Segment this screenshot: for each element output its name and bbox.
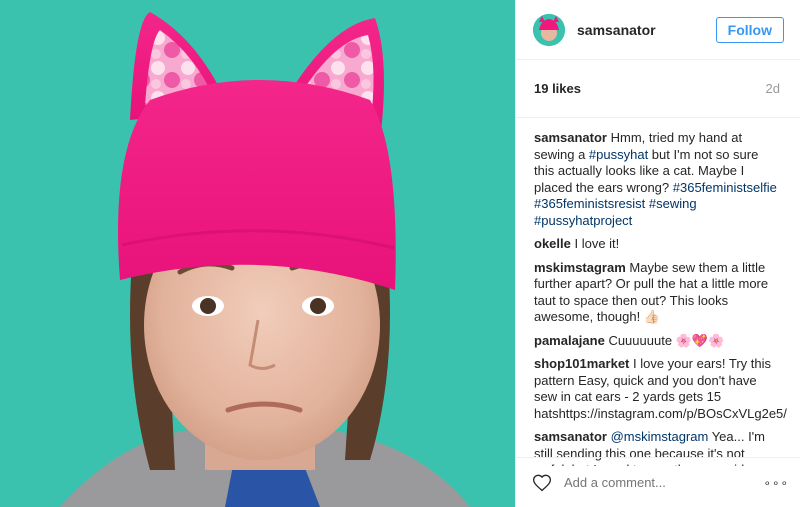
hashtag-link[interactable]: #pussyhat (589, 147, 648, 162)
heart-icon[interactable] (532, 473, 552, 493)
likes-row: 19 likes 2d (516, 60, 800, 118)
comment-username[interactable]: pamalajane (534, 333, 605, 348)
hashtag-link[interactable]: #365feministselfie (673, 180, 777, 195)
more-options-icon[interactable]: ∘∘∘ (763, 476, 789, 490)
hashtag-link[interactable]: #sewing (649, 196, 697, 211)
comment-username[interactable]: shop101market (534, 356, 629, 371)
post-side-panel: samsanator Follow 19 likes 2d samsanator… (515, 0, 800, 507)
comment-username[interactable]: mskimstagram (534, 260, 626, 275)
comment-username[interactable]: samsanator (534, 130, 607, 145)
comment: samsanator Hmm, tried my hand at sewing … (534, 130, 782, 229)
comment-text: Cuuuuuute 🌸💖🌸 (604, 332, 725, 348)
hashtag-link[interactable]: #pussyhatproject (534, 213, 632, 228)
selfie-pink-cat-hat-image (0, 0, 515, 507)
follow-button[interactable]: Follow (715, 16, 784, 43)
comment: mskimstagram Maybe sew them a little fur… (534, 260, 782, 326)
likes-count[interactable]: 19 likes (534, 81, 581, 96)
post-age[interactable]: 2d (766, 81, 780, 96)
comment: pamalajane Cuuuuuute 🌸💖🌸 (534, 333, 782, 350)
add-comment-input[interactable] (564, 475, 764, 490)
post-header: samsanator Follow (516, 0, 800, 60)
username-link[interactable]: samsanator (577, 22, 716, 38)
hashtag-link[interactable]: #365feministsresist (534, 196, 645, 211)
comment-username[interactable]: okelle (534, 236, 571, 251)
comment: shop101market I love your ears! Try this… (534, 356, 787, 422)
post-footer: ∘∘∘ (516, 457, 800, 507)
instagram-post: samsanator Follow 19 likes 2d samsanator… (0, 0, 800, 507)
comments-list: samsanator Hmm, tried my hand at sewing … (516, 118, 800, 466)
avatar[interactable] (533, 13, 565, 46)
hashtag-link[interactable]: @mskimstagram (611, 429, 709, 444)
comment-text: I love it! (570, 236, 620, 251)
comment-username[interactable]: samsanator (534, 429, 607, 444)
post-photo[interactable] (0, 0, 515, 507)
comment: okelle I love it! (534, 236, 782, 253)
avatar-image (533, 13, 565, 46)
